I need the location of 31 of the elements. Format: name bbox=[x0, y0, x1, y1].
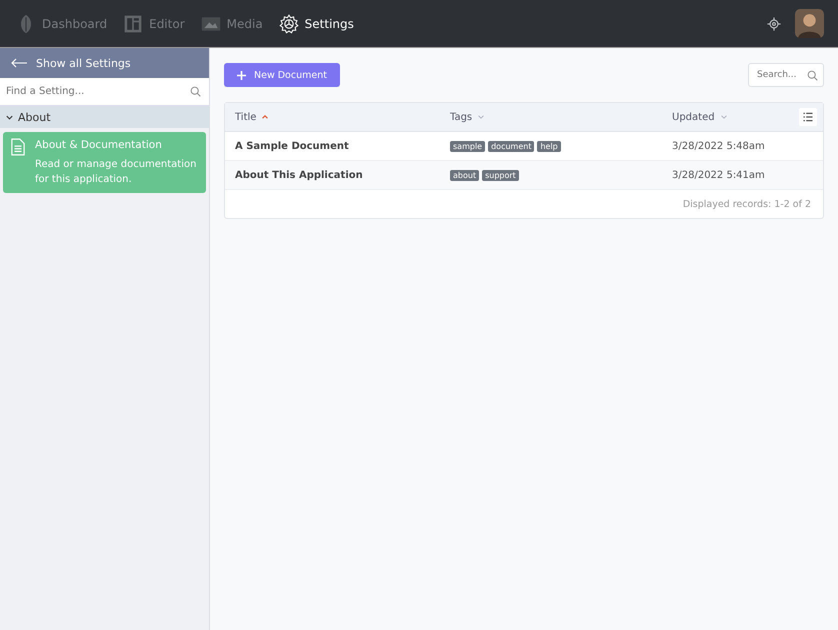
avatar[interactable] bbox=[795, 9, 824, 38]
tag: document bbox=[488, 140, 534, 152]
setting-title: About & Documentation bbox=[35, 138, 163, 153]
arrow-left-icon bbox=[10, 58, 28, 68]
target-icon[interactable] bbox=[767, 16, 781, 30]
settings-icon bbox=[278, 14, 299, 34]
column-header[interactable]: Tags bbox=[450, 112, 672, 122]
column-header[interactable]: Title bbox=[225, 112, 450, 122]
date-cell-text: 3/28/2022 5:41am bbox=[672, 170, 766, 180]
title-cell[interactable]: A Sample Document bbox=[225, 140, 450, 152]
search-icon bbox=[807, 70, 818, 80]
show-all-settings-link[interactable]: Show all Settings bbox=[0, 48, 209, 78]
new-document-button[interactable]: New Document bbox=[224, 63, 340, 87]
tag: about bbox=[450, 170, 480, 180]
list-icon[interactable] bbox=[799, 108, 817, 126]
setting-description: Read or manage documentation for this application. bbox=[35, 158, 198, 187]
tag: help bbox=[537, 140, 561, 152]
date-cell-text: 3/28/2022 5:48am bbox=[672, 140, 766, 152]
nav-tab[interactable]: Settings bbox=[278, 14, 354, 34]
column-header[interactable]: Updated bbox=[672, 112, 793, 122]
record-count: Displayed records: 1-2 of 2 bbox=[682, 198, 811, 210]
title-cell[interactable]: About This Application bbox=[225, 170, 450, 180]
group-header[interactable]: About bbox=[0, 106, 209, 128]
search-field[interactable]: Search... bbox=[748, 63, 824, 87]
tag: sample bbox=[450, 140, 486, 152]
newspaper-icon bbox=[123, 14, 144, 34]
plus-icon bbox=[237, 70, 246, 80]
document-icon bbox=[11, 138, 25, 156]
setting-search-field[interactable]: Find a Setting... bbox=[0, 78, 209, 105]
search-icon bbox=[190, 86, 201, 97]
tag: support bbox=[482, 170, 519, 180]
